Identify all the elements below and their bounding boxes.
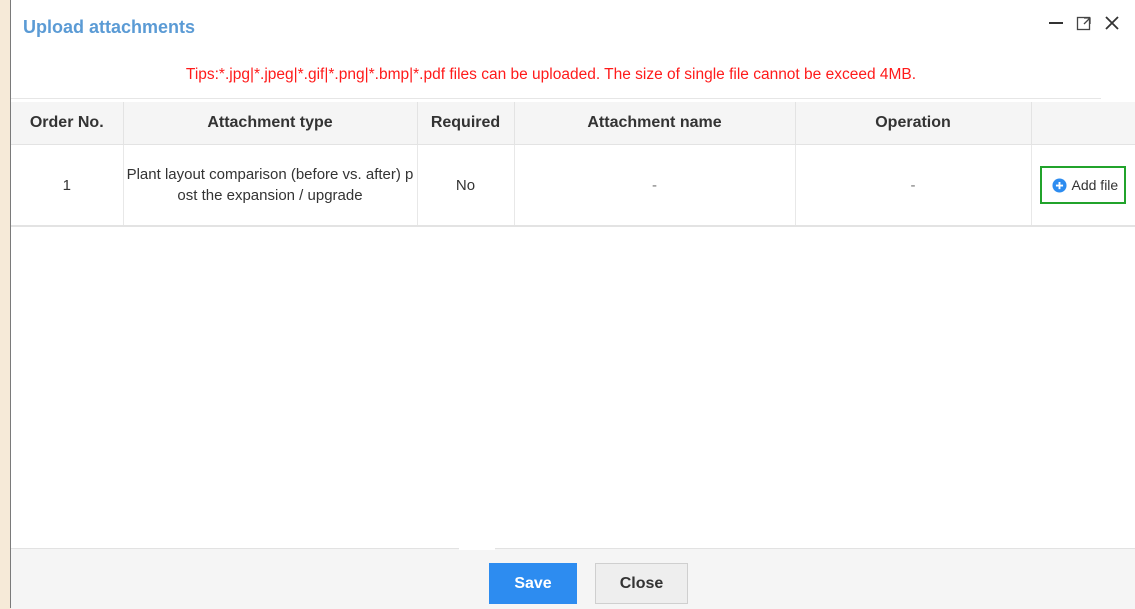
cell-order-no: 1 — [11, 144, 124, 227]
close-icon[interactable] — [1103, 14, 1121, 32]
save-button[interactable]: Save — [489, 563, 577, 604]
header-order-no: Order No. — [11, 102, 124, 145]
header-required: Required — [417, 102, 515, 145]
header-action — [1031, 102, 1135, 145]
header-attachment-type: Attachment type — [123, 102, 418, 145]
dialog-titlebar[interactable]: Upload attachments — [11, 0, 1135, 58]
divider — [11, 98, 1101, 99]
add-file-label: Add file — [1071, 177, 1119, 193]
upload-tips: Tips:*.jpg|*.jpeg|*.gif|*.png|*.bmp|*.pd… — [185, 66, 917, 83]
header-operation: Operation — [795, 102, 1032, 145]
cell-attachment-type: Plant layout comparison (before vs. afte… — [123, 144, 418, 227]
dialog-footer: Save Close — [11, 548, 1135, 609]
add-file-button[interactable]: Add file — [1039, 166, 1127, 204]
dialog-title: Upload attachments — [23, 17, 196, 37]
close-button[interactable]: Close — [595, 563, 688, 604]
maximize-icon[interactable] — [1075, 14, 1093, 32]
table-header-row: Order No. Attachment type Required Attac… — [11, 102, 1135, 145]
window-controls — [1047, 14, 1121, 32]
cell-action: Add file — [1031, 144, 1135, 227]
header-attachment-name: Attachment name — [514, 102, 796, 145]
attachments-table: Order No. Attachment type Required Attac… — [11, 102, 1135, 227]
plus-circle-icon — [1051, 177, 1067, 193]
minimize-icon[interactable] — [1047, 14, 1065, 32]
cell-required: No — [417, 144, 515, 227]
footer-notch — [459, 544, 495, 550]
table-row: 1 Plant layout comparison (before vs. af… — [11, 144, 1135, 227]
cell-operation: - — [795, 144, 1032, 227]
cell-attachment-name: - — [514, 144, 796, 227]
upload-attachments-dialog: Upload attachments Tips:*.jpg|*.jpeg|*.g… — [10, 0, 1135, 609]
